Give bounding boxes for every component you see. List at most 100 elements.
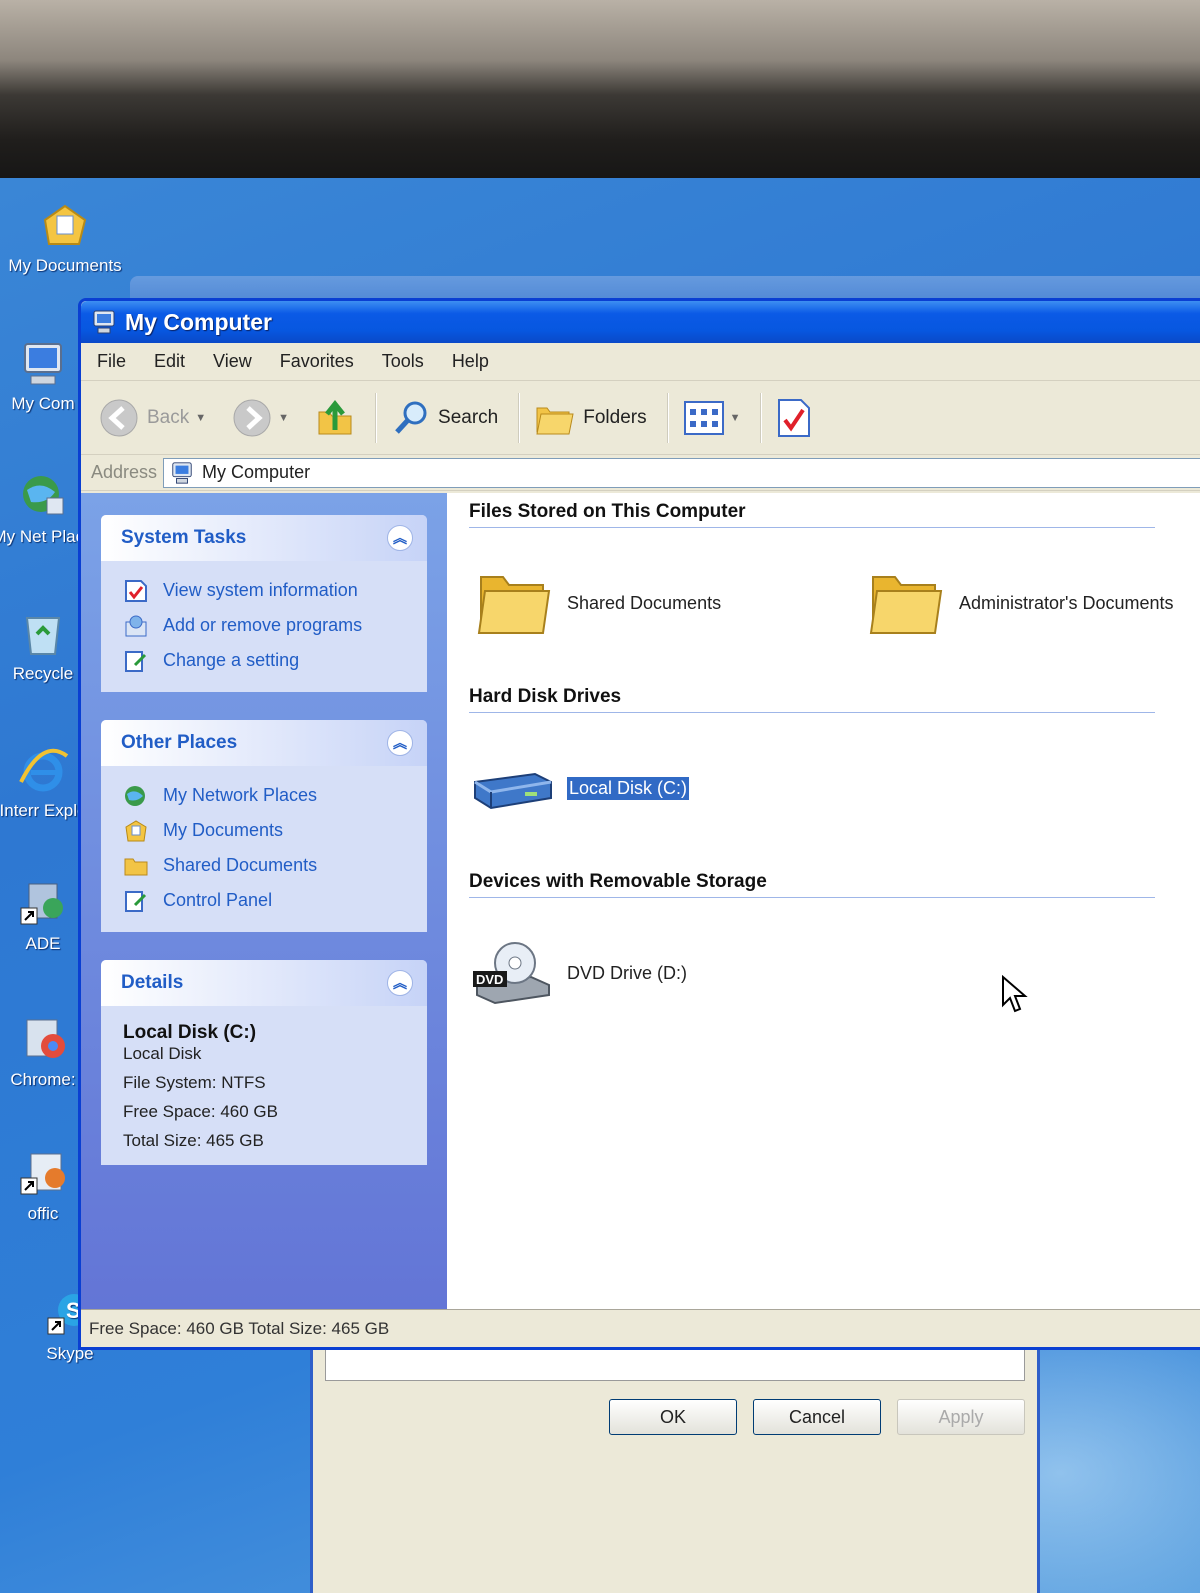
dvd-drive-icon: DVD [473, 942, 550, 1005]
menu-file[interactable]: File [97, 351, 126, 372]
search-button[interactable]: Search [386, 395, 504, 441]
details-free-space: Free Space: 460 GB [123, 1102, 278, 1121]
shortcut-icon [26, 1019, 65, 1058]
item-local-disk-c[interactable]: Local Disk (C:) [469, 752, 861, 824]
group-removable-storage: Devices with Removable Storage [469, 871, 1155, 898]
my-documents-icon [43, 204, 87, 245]
item-dvd-drive-d[interactable]: DVD DVD Drive (D:) [469, 937, 861, 1009]
menu-favorites[interactable]: Favorites [280, 351, 354, 372]
views-icon [683, 400, 724, 435]
other-places-header[interactable]: Other Places ︽ [101, 720, 427, 766]
internet-explorer-icon [19, 748, 69, 792]
cancel-button[interactable]: Cancel [753, 1399, 881, 1435]
details-type: Local Disk [123, 1044, 202, 1063]
folder-icon [124, 858, 148, 875]
toolbar: Back ▼ ▼ Search Folders ▼ [81, 381, 1200, 455]
dvd-badge: DVD [476, 972, 503, 987]
my-computer-icon [93, 310, 115, 334]
folders-button[interactable]: Folders [529, 396, 652, 440]
collapse-icon[interactable]: ︽ [387, 525, 413, 551]
folder-icon [477, 576, 551, 634]
forward-dropdown-icon[interactable]: ▼ [278, 412, 289, 424]
monitor-bezel [0, 0, 1200, 190]
task-view-system-information[interactable]: View system information [123, 573, 407, 608]
menu-edit[interactable]: Edit [154, 351, 185, 372]
files-stored-row: Shared Documents Administrator's Documen… [469, 528, 1200, 678]
collapse-icon[interactable]: ︽ [387, 970, 413, 996]
system-tasks-header[interactable]: System Tasks ︽ [101, 515, 427, 561]
system-information-icon [125, 579, 147, 602]
window-content: System Tasks ︽ View system information A… [81, 493, 1200, 1309]
hard-disk-row: Local Disk (C:) [469, 713, 1200, 863]
views-button[interactable]: ▼ [678, 397, 747, 439]
properties-dialog: OK Cancel Apply [310, 1328, 1040, 1593]
up-folder-icon [318, 399, 352, 434]
views-dropdown-icon[interactable]: ▼ [730, 412, 741, 424]
toolbar-separator [375, 392, 377, 443]
control-panel-icon [125, 650, 147, 672]
menu-view[interactable]: View [213, 351, 252, 372]
desktop-icon-my-documents[interactable]: My Documents [0, 200, 130, 276]
my-computer-icon [24, 343, 62, 385]
place-control-panel[interactable]: Control Panel [123, 883, 407, 918]
folder-icon [869, 576, 943, 634]
up-folder-button[interactable] [309, 394, 361, 442]
forward-button[interactable]: ▼ [226, 394, 295, 442]
other-places-panel: Other Places ︽ My Network Places My Docu… [101, 720, 427, 932]
shortcut-icon [20, 1153, 65, 1195]
address-label: Address [91, 462, 158, 482]
address-bar: Address My Computer [81, 455, 1200, 491]
back-arrow-icon [100, 399, 138, 436]
item-shared-documents[interactable]: Shared Documents [469, 567, 861, 639]
item-administrators-documents[interactable]: Administrator's Documents [861, 567, 1181, 639]
toolbar-separator [760, 392, 762, 443]
my-documents-icon [125, 819, 147, 841]
my-computer-icon [172, 461, 192, 484]
place-my-documents[interactable]: My Documents [123, 813, 407, 848]
mouse-cursor-icon [1002, 975, 1028, 1013]
place-shared-documents[interactable]: Shared Documents [123, 848, 407, 883]
items-pane: Files Stored on This Computer Shared Doc… [447, 493, 1200, 1309]
recycle-bin-icon [25, 617, 61, 655]
toolbar-separator [518, 392, 520, 443]
menu-help[interactable]: Help [452, 351, 489, 372]
status-bar: Free Space: 460 GB Total Size: 465 GB [81, 1309, 1200, 1347]
group-files-stored: Files Stored on This Computer [469, 501, 1155, 528]
address-value: My Computer [202, 462, 311, 482]
apply-button[interactable]: Apply [897, 1399, 1025, 1435]
details-file-system: File System: NTFS [123, 1073, 266, 1092]
local-disk-label-selected: Local Disk (C:) [565, 775, 691, 801]
my-network-places-icon [125, 785, 145, 806]
task-change-setting[interactable]: Change a setting [123, 643, 407, 678]
place-my-network-places[interactable]: My Network Places [123, 778, 407, 813]
address-field[interactable]: My Computer [163, 457, 1200, 488]
menu-bar: File Edit View Favorites Tools Help [81, 343, 1200, 381]
window-title: My Computer [125, 308, 272, 335]
group-hard-disk-drives: Hard Disk Drives [469, 686, 1155, 713]
search-icon [395, 401, 427, 434]
details-panel: Details ︽ Local Disk (C:) Local Disk Fil… [101, 960, 427, 1165]
shortcut-icon [20, 883, 63, 925]
system-tasks-panel: System Tasks ︽ View system information A… [101, 515, 427, 692]
back-dropdown-icon[interactable]: ▼ [195, 412, 206, 424]
my-network-places-icon [23, 476, 64, 515]
window-titlebar[interactable]: My Computer [81, 301, 1200, 343]
details-name: Local Disk (C:) [123, 1022, 257, 1043]
back-button[interactable]: Back ▼ [93, 394, 212, 442]
menu-tools[interactable]: Tools [382, 351, 424, 372]
toolbar-separator [666, 392, 668, 443]
desktop: My Documents My Com My Net Place Recycle… [0, 178, 1200, 1593]
task-pane: System Tasks ︽ View system information A… [81, 493, 447, 1309]
ok-button[interactable]: OK [609, 1399, 737, 1435]
my-computer-window: My Computer File Edit View Favorites Too… [78, 298, 1200, 1350]
details-header[interactable]: Details ︽ [101, 960, 427, 1006]
properties-checkmark-icon [778, 398, 811, 437]
collapse-icon[interactable]: ︽ [387, 730, 413, 756]
add-remove-programs-icon [125, 615, 147, 636]
hard-disk-icon [474, 772, 552, 810]
properties-button[interactable] [771, 394, 817, 442]
details-total-size: Total Size: 465 GB [123, 1131, 264, 1150]
task-add-remove-programs[interactable]: Add or remove programs [123, 608, 407, 643]
control-panel-icon [125, 890, 147, 912]
removable-row: DVD DVD Drive (D:) [469, 898, 1200, 1048]
